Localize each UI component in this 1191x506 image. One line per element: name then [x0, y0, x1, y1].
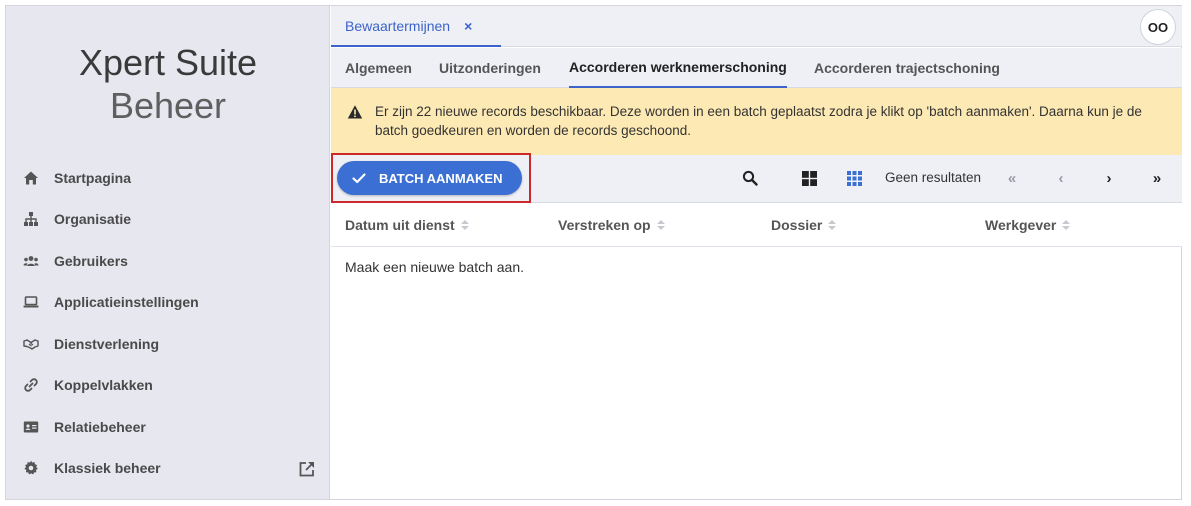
brand-logo: Xpert Suite Beheer	[6, 42, 330, 128]
gear-icon	[22, 459, 40, 477]
sidebar-item-label: Koppelvlakken	[54, 377, 153, 394]
checkmark-icon	[352, 173, 366, 184]
grid-small-view-icon[interactable]	[845, 169, 863, 187]
alert-message: Er zijn 22 nieuwe records beschikbaar. D…	[375, 104, 1142, 138]
sidebar-item-klassiek-beheer[interactable]: Klassiek beheer	[6, 448, 330, 490]
link-icon	[22, 376, 40, 394]
document-tab-bar: Bewaartermijnen × OO	[331, 6, 1182, 47]
handshake-icon	[22, 335, 40, 353]
next-page-button[interactable]: ›	[1100, 169, 1118, 187]
sort-icon	[460, 220, 469, 230]
grid-large-view-icon[interactable]	[800, 169, 818, 187]
brand-subtitle: Beheer	[109, 85, 227, 126]
users-icon	[22, 252, 40, 270]
tab-accorderen-trajectschoning[interactable]: Accorderen trajectschoning	[814, 48, 1000, 88]
sidebar-item-relatiebeheer[interactable]: Relatiebeheer	[6, 406, 330, 448]
info-alert: Er zijn 22 nieuwe records beschikbaar. D…	[331, 88, 1182, 155]
first-page-button[interactable]: «	[1003, 169, 1021, 187]
sidebar-item-label: Organisatie	[54, 211, 132, 228]
sidebar-item-label: Gebruikers	[54, 252, 128, 269]
sidebar-item-startpagina[interactable]: Startpagina	[6, 157, 330, 199]
search-icon[interactable]	[741, 169, 759, 187]
tab-bar: Algemeen Uitzonderingen Accorderen werkn…	[331, 48, 1182, 88]
avatar[interactable]: OO	[1140, 9, 1176, 45]
doc-tab-bewaartermijnen[interactable]: Bewaartermijnen ×	[331, 6, 501, 47]
last-page-button[interactable]: »	[1148, 169, 1166, 187]
sidebar-item-label: Startpagina	[54, 169, 132, 186]
main-content: Bewaartermijnen × OO Algemeen Uitzonderi…	[331, 6, 1182, 499]
sidebar: Xpert Suite Beheer Startpagina Organisat…	[6, 6, 330, 499]
tab-algemeen[interactable]: Algemeen	[345, 48, 412, 88]
batch-aanmaken-button[interactable]: BATCH AANMAKEN	[337, 161, 522, 195]
sidebar-item-koppelvlakken[interactable]: Koppelvlakken	[6, 365, 330, 407]
table-header: Datum uit dienst Verstreken op Dossier W…	[331, 203, 1182, 247]
home-icon	[22, 169, 40, 187]
org-chart-icon	[22, 210, 40, 228]
sidebar-item-label: Relatiebeheer	[54, 418, 146, 435]
warning-icon	[347, 105, 363, 119]
empty-table-message: Maak een nieuwe batch aan.	[345, 259, 525, 275]
brand-title: Xpert Suite	[78, 42, 258, 83]
sort-icon	[656, 220, 665, 230]
column-verstreken-op[interactable]: Verstreken op	[558, 203, 665, 247]
sort-icon	[1062, 220, 1071, 230]
prev-page-button[interactable]: ‹	[1052, 169, 1070, 187]
tab-uitzonderingen[interactable]: Uitzonderingen	[439, 48, 541, 88]
external-link-icon[interactable]	[298, 460, 316, 478]
sidebar-item-organisatie[interactable]: Organisatie	[6, 199, 330, 241]
sidebar-item-applicatieinstellingen[interactable]: Applicatieinstellingen	[6, 282, 330, 324]
tab-accorderen-werknemerschoning[interactable]: Accorderen werknemerschoning	[569, 48, 787, 88]
sidebar-item-label: Dienstverlening	[54, 335, 160, 352]
sidebar-item-label: Klassiek beheer	[54, 460, 161, 477]
sidebar-item-dienstverlening[interactable]: Dienstverlening	[6, 323, 330, 365]
column-werkgever[interactable]: Werkgever	[985, 203, 1071, 247]
batch-button-label: BATCH AANMAKEN	[379, 170, 503, 186]
id-card-icon	[22, 418, 40, 436]
toolbar: BATCH AANMAKEN Geen resultaten « ‹ › »	[331, 153, 1182, 203]
column-dossier[interactable]: Dossier	[771, 203, 837, 247]
sidebar-item-gebruikers[interactable]: Gebruikers	[6, 240, 330, 282]
doc-tab-label: Bewaartermijnen	[345, 17, 451, 34]
laptop-icon	[22, 293, 40, 311]
sidebar-nav: Startpagina Organisatie Gebruikers Appli…	[6, 157, 330, 489]
results-count: Geen resultaten	[885, 170, 982, 185]
close-icon[interactable]: ×	[464, 18, 472, 34]
app-window: Xpert Suite Beheer Startpagina Organisat…	[5, 5, 1182, 500]
column-datum-uit-dienst[interactable]: Datum uit dienst	[345, 203, 469, 247]
sort-icon	[828, 220, 837, 230]
sidebar-item-label: Applicatieinstellingen	[54, 294, 199, 311]
